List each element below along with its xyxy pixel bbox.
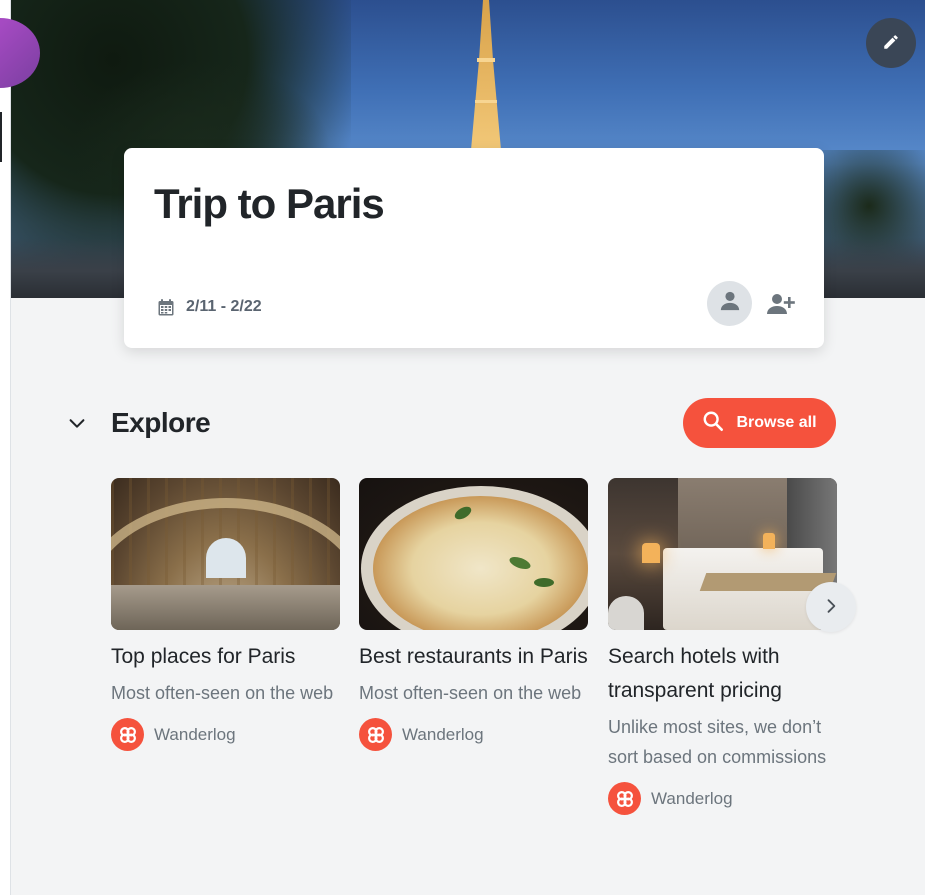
chevron-down-icon[interactable] <box>66 412 88 434</box>
explore-carousel: Top places for Paris Most often-seen on … <box>111 478 856 838</box>
card-description: Most often-seen on the web <box>359 683 582 703</box>
card-title: Top places for Paris <box>111 645 296 668</box>
card-image-museum <box>111 478 340 630</box>
search-icon <box>702 410 724 437</box>
pencil-icon <box>882 33 900 54</box>
add-tripmate-button[interactable] <box>767 292 795 316</box>
calendar-icon <box>158 298 174 316</box>
trip-title[interactable]: Trip to Paris <box>154 180 385 228</box>
source-name: Wanderlog <box>651 788 733 808</box>
carousel-next-button[interactable] <box>806 582 856 632</box>
sidebar-resize-handle[interactable] <box>0 112 2 162</box>
wanderlog-logo-icon <box>359 718 392 751</box>
user-icon <box>719 290 741 317</box>
explore-title: Explore <box>111 407 211 438</box>
explore-card-hotels[interactable]: Search hotels with transparent pricing U… <box>608 478 837 815</box>
card-source: Wanderlog <box>608 782 837 815</box>
card-source: Wanderlog <box>359 718 588 751</box>
explore-section-header: Explore Browse all <box>66 398 836 450</box>
edit-cover-button[interactable] <box>866 18 916 68</box>
browse-all-button[interactable]: Browse all <box>683 398 836 448</box>
wanderlog-logo-icon <box>608 782 641 815</box>
hotel-lamp <box>763 533 775 549</box>
hotel-table <box>608 596 644 630</box>
hotel-lamp <box>642 543 660 563</box>
browse-all-label: Browse all <box>736 414 817 431</box>
basil-leaf <box>534 578 554 587</box>
source-name: Wanderlog <box>154 724 236 744</box>
card-image-pizza <box>359 478 588 630</box>
card-description: Most often-seen on the web <box>111 683 334 703</box>
traveler-avatar[interactable] <box>707 281 752 326</box>
trip-date-range: 2/11 - 2/22 <box>186 298 262 315</box>
trip-header-card: Trip to Paris 2/11 - 2/22 <box>124 148 824 348</box>
card-description: Unlike most sites, we don’t sort based o… <box>608 717 827 767</box>
explore-card-top-places[interactable]: Top places for Paris Most often-seen on … <box>111 478 340 751</box>
user-plus-icon <box>767 294 795 320</box>
museum-window <box>206 538 246 578</box>
source-name: Wanderlog <box>402 724 484 744</box>
card-title: Search hotels with transparent pricing <box>608 645 782 702</box>
eiffel-tower-image <box>441 0 531 150</box>
card-image-hotel <box>608 478 837 630</box>
trip-dates[interactable]: 2/11 - 2/22 <box>158 298 262 316</box>
card-source: Wanderlog <box>111 718 340 751</box>
chevron-right-icon <box>821 596 841 619</box>
explore-card-restaurants[interactable]: Best restaurants in Paris Most often-see… <box>359 478 588 751</box>
card-title: Best restaurants in Paris <box>359 645 588 668</box>
museum-floor <box>111 585 340 630</box>
wanderlog-logo-icon <box>111 718 144 751</box>
pizza-crust <box>373 496 588 630</box>
